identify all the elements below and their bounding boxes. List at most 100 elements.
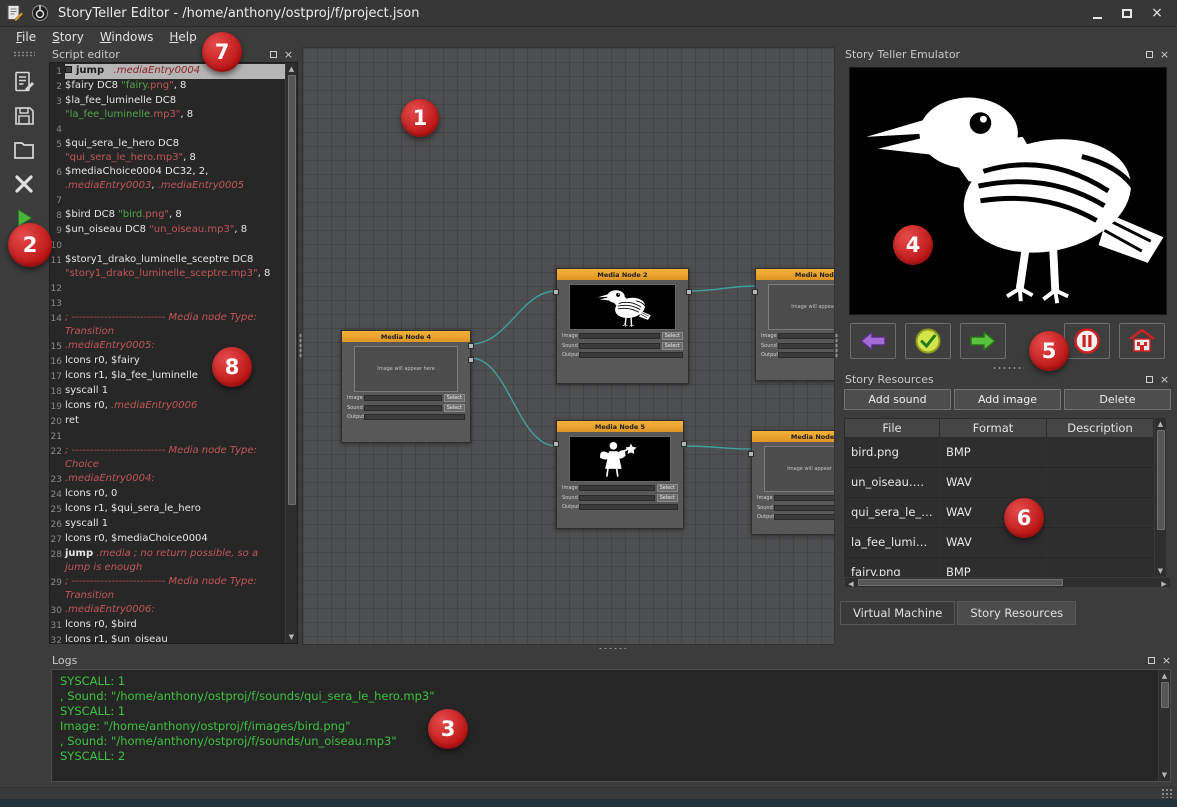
table-hscrollbar[interactable]: ◀ ▶: [844, 577, 1171, 588]
code-line[interactable]: 14; -------------------------- Media nod…: [50, 311, 285, 339]
code-line[interactable]: 11$story1_drako_luminelle_sceptre DC8 "s…: [50, 253, 285, 281]
code-line[interactable]: 24lcons r0, 0: [50, 487, 285, 502]
code-line[interactable]: 28jump .media ; no return possible, so a…: [50, 547, 285, 575]
float-panel-button[interactable]: [1144, 49, 1155, 60]
code-line[interactable]: 31lcons r0, $bird: [50, 618, 285, 633]
code-line[interactable]: 3$la_fee_luminelle DC8 "la_fee_luminelle…: [50, 94, 285, 122]
float-panel-button[interactable]: [1144, 374, 1155, 385]
node-canvas[interactable]: Media Node 4Image will appear hereImageS…: [302, 47, 835, 645]
table-row[interactable]: la_fee_luminelle.mp3WAV: [845, 528, 1153, 558]
next-button[interactable]: [960, 323, 1006, 359]
scroll-down-icon[interactable]: ▼: [1159, 769, 1171, 781]
output-port[interactable]: [468, 357, 474, 363]
close-panel-button[interactable]: ×: [1159, 374, 1170, 385]
table-row[interactable]: bird.pngBMP: [845, 438, 1153, 468]
scroll-thumb[interactable]: [288, 75, 296, 505]
media-node[interactable]: Media Node 2ImageSelectSoundSelectOutput: [556, 268, 689, 384]
code-line[interactable]: 2$fairy DC8 "fairy.png", 8: [50, 79, 285, 94]
code-line[interactable]: 12: [50, 281, 285, 296]
run-button[interactable]: [8, 203, 40, 233]
select-button[interactable]: Select: [662, 332, 683, 340]
close-panel-button[interactable]: ×: [283, 49, 294, 60]
new-script-button[interactable]: [8, 67, 40, 97]
minimize-button[interactable]: [1082, 3, 1112, 24]
scroll-thumb[interactable]: [1161, 682, 1169, 708]
select-button[interactable]: Select: [662, 342, 683, 350]
save-button[interactable]: [8, 101, 40, 131]
code-area[interactable]: 1jump .mediaEntry00042$fairy DC8 "fairy.…: [50, 63, 285, 643]
code-line[interactable]: 32lcons r1, $un_oiseau: [50, 633, 285, 643]
home-button[interactable]: [1119, 323, 1165, 359]
output-port[interactable]: [686, 289, 692, 295]
menu-windows[interactable]: Windows: [92, 29, 162, 45]
code-line[interactable]: 7: [50, 193, 285, 208]
media-node[interactable]: Media Node 3Image will appear hereImageS…: [755, 268, 835, 381]
close-panel-button[interactable]: ×: [1161, 655, 1172, 666]
code-line[interactable]: 30.mediaEntry0006:: [50, 603, 285, 618]
menu-file[interactable]: File: [8, 29, 44, 45]
select-button[interactable]: Select: [444, 394, 465, 402]
code-line[interactable]: 15.mediaEntry0005:: [50, 339, 285, 354]
logs-scrollbar[interactable]: ▲ ▼: [1158, 670, 1170, 781]
code-line[interactable]: 26syscall 1: [50, 517, 285, 532]
tools-button[interactable]: [8, 169, 40, 199]
scroll-up-icon[interactable]: ▲: [1159, 670, 1171, 682]
code-line[interactable]: 19lcons r0, .mediaEntry0006: [50, 399, 285, 414]
float-panel-button[interactable]: [1146, 655, 1157, 666]
code-line[interactable]: 16lcons r0, $fairy: [50, 354, 285, 369]
code-line[interactable]: 22; -------------------------- Media nod…: [50, 444, 285, 472]
column-header-format[interactable]: Format: [940, 419, 1047, 437]
output-port[interactable]: [681, 441, 687, 447]
select-button[interactable]: Select: [657, 494, 678, 502]
scroll-right-icon[interactable]: ▶: [1158, 578, 1170, 590]
select-button[interactable]: Select: [444, 404, 465, 412]
add-image-button[interactable]: Add image: [954, 389, 1061, 410]
code-line[interactable]: 9$un_oiseau DC8 "un_oiseau.mp3", 8: [50, 223, 285, 238]
close-button[interactable]: ×: [1142, 3, 1172, 24]
select-button[interactable]: Select: [657, 484, 678, 492]
media-node[interactable]: Media Node 5ImageSelectSoundSelectOutput: [556, 420, 684, 529]
output-port[interactable]: [468, 343, 474, 349]
code-line[interactable]: 21: [50, 429, 285, 444]
code-line[interactable]: 13: [50, 296, 285, 311]
table-row[interactable]: fairy.pngBMP: [845, 558, 1153, 577]
tab-story-resources[interactable]: Story Resources: [957, 601, 1076, 625]
table-row[interactable]: un_oiseau.mp3WAV: [845, 468, 1153, 498]
menu-story[interactable]: Story: [44, 29, 92, 45]
code-line[interactable]: 18syscall 1: [50, 384, 285, 399]
table-row[interactable]: qui_sera_le_hero.mp3WAV: [845, 498, 1153, 528]
toolbar-drag-handle[interactable]: [13, 51, 35, 57]
media-node[interactable]: Media Node 4Image will appear hereImageS…: [341, 330, 471, 443]
code-line[interactable]: 23.mediaEntry0004:: [50, 472, 285, 487]
code-line[interactable]: 25lcons r1, $qui_sera_le_hero: [50, 502, 285, 517]
input-port[interactable]: [553, 289, 559, 295]
scroll-left-icon[interactable]: ◀: [845, 578, 857, 590]
code-line[interactable]: 10: [50, 238, 285, 253]
ok-button[interactable]: [905, 323, 951, 359]
code-line[interactable]: 6$mediaChoice0004 DC32, 2, .mediaEntry00…: [50, 165, 285, 193]
script-editor[interactable]: 1jump .mediaEntry00042$fairy DC8 "fairy.…: [49, 62, 298, 644]
previous-button[interactable]: [850, 323, 896, 359]
scroll-thumb[interactable]: [1157, 430, 1165, 530]
input-port[interactable]: [748, 451, 754, 457]
scroll-up-icon[interactable]: ▲: [1155, 418, 1167, 430]
code-line[interactable]: 27lcons r0, $mediaChoice0004: [50, 532, 285, 547]
menu-help[interactable]: Help: [161, 29, 204, 45]
code-line[interactable]: 1jump .mediaEntry0004: [50, 64, 285, 79]
add-sound-button[interactable]: Add sound: [844, 389, 951, 410]
code-line[interactable]: 5$qui_sera_le_hero DC8 "qui_sera_le_hero…: [50, 137, 285, 165]
column-header-file[interactable]: File: [845, 419, 940, 437]
script-scrollbar[interactable]: ▲ ▼: [285, 63, 297, 643]
splitter-canvas-dock[interactable]: [835, 47, 838, 645]
scroll-thumb[interactable]: [858, 579, 1063, 586]
table-scrollbar[interactable]: ▲ ▼: [1154, 418, 1166, 577]
scroll-up-icon[interactable]: ▲: [286, 63, 298, 75]
code-line[interactable]: 29; -------------------------- Media nod…: [50, 575, 285, 603]
column-header-description[interactable]: Description: [1047, 419, 1153, 437]
scroll-down-icon[interactable]: ▼: [1155, 565, 1167, 577]
splitter-logs[interactable]: [47, 645, 1177, 653]
close-panel-button[interactable]: ×: [1159, 49, 1170, 60]
pause-button[interactable]: [1064, 323, 1110, 359]
media-node[interactable]: Media Node 6Image will appear hereImageS…: [751, 430, 835, 535]
scroll-down-icon[interactable]: ▼: [286, 631, 298, 643]
